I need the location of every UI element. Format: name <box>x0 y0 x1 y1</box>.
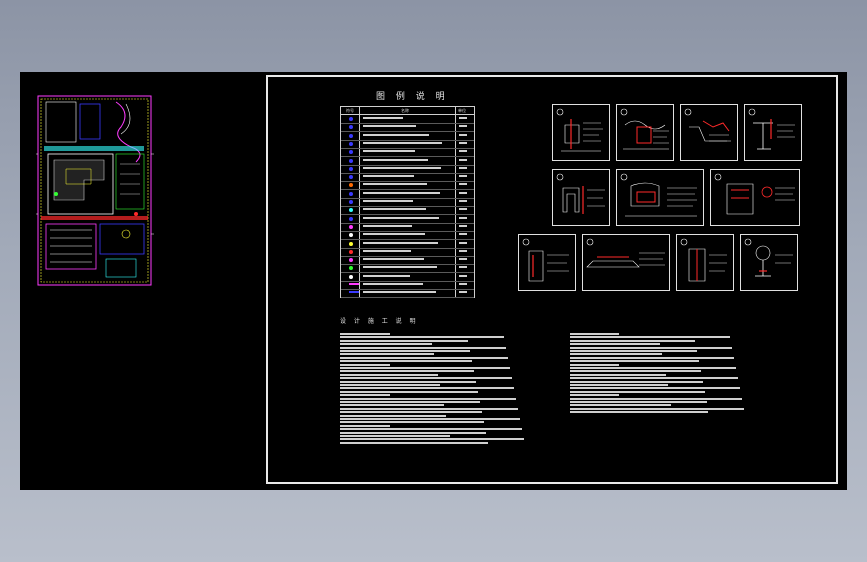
cad-viewport[interactable]: 图 例 说 明 符号 名称 单位 设 计 施 工 说 明 <box>20 72 847 490</box>
detail-drawing-10 <box>676 234 734 291</box>
notes-text-right <box>570 333 765 418</box>
legend-header-unit: 单位 <box>458 108 466 113</box>
detail-drawing-1 <box>552 104 610 161</box>
legend-symbol-icon <box>349 125 353 130</box>
detail-drawing-5 <box>552 169 610 226</box>
legend-symbol-icon <box>349 150 353 155</box>
legend-symbol-icon <box>349 200 353 204</box>
legend-symbol-icon <box>349 166 353 171</box>
legend-header-name: 名称 <box>401 108 409 113</box>
legend-symbol-icon <box>349 266 353 271</box>
detail-drawing-3 <box>680 104 738 161</box>
legend-row <box>341 289 474 299</box>
legend-symbol-icon <box>349 183 353 188</box>
legend-symbol-icon <box>349 216 353 221</box>
detail-drawing-2 <box>616 104 674 161</box>
legend-line-symbol-icon <box>349 283 359 285</box>
legend-symbol-icon <box>349 224 353 229</box>
detail-drawing-8 <box>518 234 576 291</box>
legend-header-symbol: 符号 <box>346 108 354 113</box>
detail-drawing-4 <box>744 104 802 161</box>
legend-symbol-icon <box>349 233 353 238</box>
legend-symbol-icon <box>349 241 353 246</box>
notes-text-left <box>340 333 540 448</box>
legend-symbol-icon <box>349 158 353 163</box>
legend-symbol-icon <box>349 117 353 121</box>
drawing-sheet-frame: 图 例 说 明 符号 名称 单位 设 计 施 工 说 明 <box>266 75 838 484</box>
legend-line-symbol-icon <box>349 291 359 294</box>
site-plan-drawing <box>36 95 154 286</box>
legend-symbol-icon <box>349 208 353 213</box>
legend-symbol-icon <box>349 258 353 263</box>
notes-title: 设 计 施 工 说 明 <box>340 318 419 325</box>
legend-symbol-icon <box>349 274 353 279</box>
legend-table: 符号 名称 单位 <box>340 106 475 299</box>
detail-drawing-7 <box>710 169 800 226</box>
legend-title: 图 例 说 明 <box>376 92 449 102</box>
legend-symbol-icon <box>349 133 353 138</box>
detail-drawing-11 <box>740 234 798 291</box>
legend-symbol-icon <box>349 191 353 196</box>
legend-symbol-icon <box>349 141 353 146</box>
legend-symbol-icon <box>349 249 353 254</box>
detail-drawing-6 <box>616 169 704 226</box>
legend-symbol-icon <box>349 175 353 180</box>
detail-drawing-9 <box>582 234 670 291</box>
